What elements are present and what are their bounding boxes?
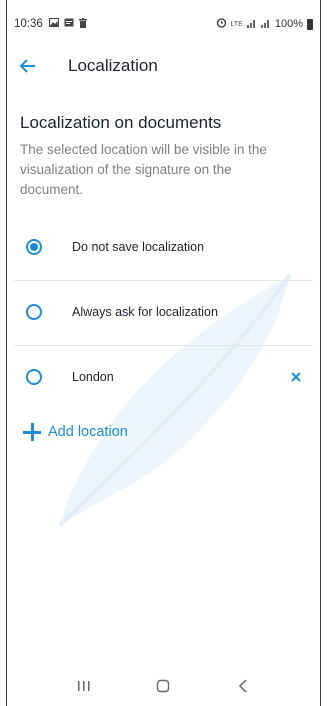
page-title: Localization (68, 56, 158, 75)
app-header: Localization (14, 48, 313, 84)
option-always-ask[interactable]: Always ask for localization (14, 281, 313, 343)
back-icon[interactable] (223, 671, 263, 701)
status-time: 10:36 (14, 18, 43, 30)
option-label: Do not save localization (72, 240, 205, 254)
add-location-button[interactable]: Add location (22, 422, 128, 442)
home-icon[interactable] (143, 671, 183, 701)
message-icon (64, 18, 74, 30)
close-icon[interactable] (287, 368, 305, 386)
signal-icon (260, 18, 271, 31)
device-frame-right (320, 0, 327, 706)
signal-icon (246, 18, 257, 31)
device-frame-left (0, 0, 7, 706)
section-title: Localization on documents (20, 113, 222, 132)
option-london[interactable]: London (14, 346, 313, 408)
radio-button[interactable] (26, 369, 42, 385)
status-right: LTE 100% (216, 17, 313, 31)
option-label: Always ask for localization (72, 305, 218, 319)
trash-icon (78, 17, 87, 31)
radio-button-selected[interactable] (26, 239, 42, 255)
lte-icon: LTE (230, 20, 243, 28)
battery-icon (307, 18, 313, 30)
option-do-not-save[interactable]: Do not save localization (14, 216, 313, 278)
radio-button[interactable] (26, 304, 42, 320)
back-arrow-icon[interactable] (14, 52, 42, 80)
alarm-icon (216, 17, 227, 31)
option-label: London (72, 370, 114, 384)
section-description: The selected location will be visible in… (20, 142, 267, 197)
add-location-label: Add location (48, 424, 128, 440)
recent-apps-icon[interactable] (64, 671, 104, 701)
gallery-icon (48, 17, 59, 30)
radio-dot (30, 243, 38, 251)
battery-level: 100% (274, 18, 303, 30)
system-nav-bar (14, 666, 313, 706)
plus-icon (22, 422, 42, 442)
status-bar: 10:36 LTE 100% (14, 14, 313, 34)
